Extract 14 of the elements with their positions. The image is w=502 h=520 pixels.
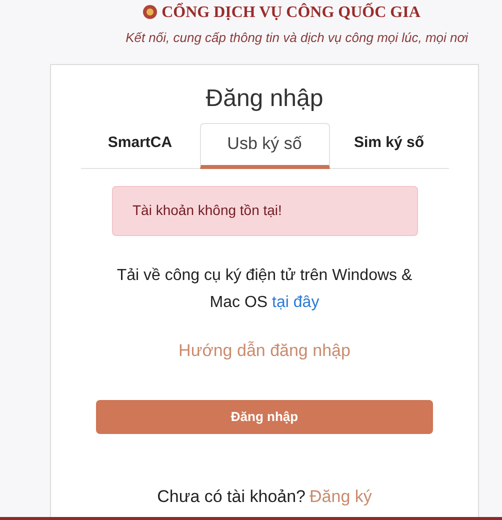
download-link[interactable]: tại đây	[272, 294, 320, 310]
register-link[interactable]: Đăng ký	[310, 484, 372, 510]
emblem-icon	[142, 4, 158, 20]
login-button[interactable]: Đăng nhập	[96, 400, 433, 434]
login-tab[interactable]: SmartCA	[80, 122, 200, 164]
login-guide-link[interactable]: Hướng dẫn đăng nhập	[178, 338, 350, 363]
error-alert: Tài khoản không tồn tại!	[112, 186, 418, 236]
download-text: Tải về công cụ ký điện tử trên Windows & Mac OS tại đây	[116, 266, 414, 312]
register-prompt: Chưa có tài khoản?	[157, 486, 306, 508]
login-title: Đăng nhập	[206, 84, 324, 114]
login-tab[interactable]: Sim ký số	[330, 122, 448, 164]
portal-title: CỔNG DỊCH VỤ CÔNG QUỐC GIA	[162, 2, 420, 23]
login-tab[interactable]: Usb ký số	[200, 122, 330, 168]
portal-subtitle: Kết nối, cung cấp thông tin và dịch vụ công mọi lúc, mọi nơi	[124, 29, 470, 47]
